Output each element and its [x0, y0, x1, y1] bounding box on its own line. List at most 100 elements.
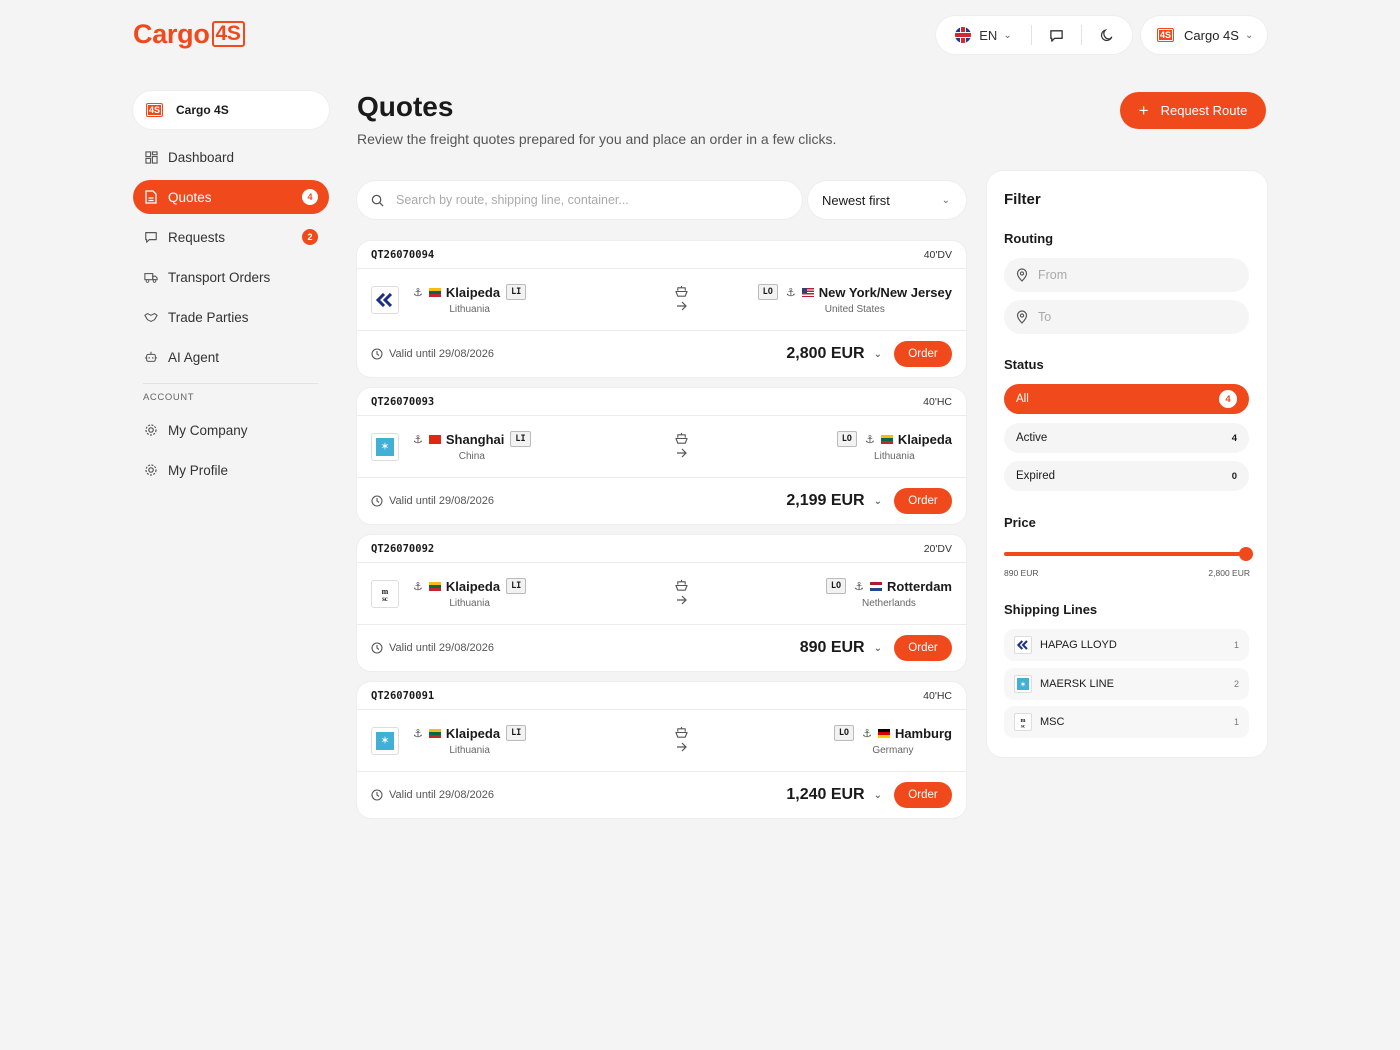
origin-port-name: Klaipeda	[445, 725, 501, 741]
maersk-logo: ✶	[371, 726, 399, 755]
origin-country: Lithuania	[449, 745, 490, 756]
lt-flag-icon	[428, 581, 441, 591]
chevron-down-icon: ⌄	[941, 194, 950, 206]
origin-code: LI	[506, 284, 527, 300]
search-input[interactable]	[396, 193, 756, 207]
lt-flag-icon	[428, 287, 441, 297]
shipping-line-maersk[interactable]: ✶ MAERSK LINE 2	[1004, 668, 1249, 700]
maersk-logo: ✶	[371, 432, 399, 461]
order-button[interactable]: Order	[894, 782, 952, 808]
arrow-right-icon	[676, 742, 687, 752]
routing-label: Routing	[1004, 231, 1054, 246]
price-slider-handle[interactable]	[1239, 547, 1253, 561]
destination-code: LO	[825, 578, 847, 594]
from-input[interactable]	[1038, 268, 1228, 282]
order-button[interactable]: Order	[894, 635, 952, 661]
price-max: 2,800 EUR	[1208, 568, 1250, 578]
order-button[interactable]: Order	[894, 341, 952, 367]
quote-card-header: QT26070092 20'DV	[357, 535, 966, 563]
clock-icon	[371, 642, 383, 654]
destination-country: United States	[824, 304, 885, 315]
language-selector[interactable]: EN ⌄	[936, 16, 1031, 54]
de-flag-icon	[877, 728, 890, 738]
sidebar-item-label: Requests	[168, 229, 226, 245]
anchor-icon: ⚓	[785, 286, 796, 299]
shipping-line-hapag-lloyd[interactable]: HAPAG LLOYD 1	[1004, 629, 1249, 661]
quote-card-footer: Valid until 29/08/2026 890 EUR ⌄ Order	[357, 625, 966, 671]
company-name: Cargo 4S	[1184, 27, 1239, 43]
company-badge: 4S	[1157, 28, 1175, 42]
destination-code: LO	[833, 725, 855, 741]
request-route-button[interactable]: + Request Route	[1120, 92, 1266, 129]
quote-route: ✶ ⚓ Shanghai LI China LO ⚓ Klaipeda Lith…	[357, 416, 966, 478]
quote-price[interactable]: 2,199 EUR ⌄	[786, 492, 894, 510]
location-pin-icon	[1016, 310, 1028, 324]
sidebar-account-nav: My Company My Profile	[133, 413, 329, 493]
sidebar-item-my-profile[interactable]: My Profile	[133, 453, 329, 487]
price-label: Price	[1004, 515, 1036, 530]
quote-id: QT26070093	[371, 395, 435, 408]
valid-until: Valid until 29/08/2026	[389, 348, 494, 360]
price-min: 890 EUR	[1004, 568, 1039, 578]
sidebar-item-transport-orders[interactable]: Transport Orders	[133, 260, 329, 294]
sort-label: Newest first	[822, 192, 890, 208]
sidebar-item-dashboard[interactable]: Dashboard	[133, 140, 329, 174]
lt-flag-icon	[428, 728, 441, 738]
origin-code: LI	[510, 431, 531, 447]
hapag-lloyd-logo	[371, 285, 399, 314]
sidebar-item-quotes[interactable]: Quotes 4	[133, 180, 329, 214]
request-route-label: Request Route	[1160, 103, 1248, 118]
sidebar-item-requests[interactable]: Requests 2	[133, 220, 329, 254]
status-all[interactable]: All 4	[1004, 384, 1249, 414]
language-label: EN	[979, 27, 998, 43]
shipping-line-name: MAERSK LINE	[1040, 678, 1114, 690]
sidebar-item-ai-agent[interactable]: AI Agent	[133, 340, 329, 374]
origin-code: LI	[506, 725, 527, 741]
destination-port: LO ⚓ Hamburg Germany	[833, 725, 952, 756]
sort-select[interactable]: Newest first ⌄	[808, 181, 966, 219]
anchor-icon: ⚓	[854, 580, 864, 593]
messages-button[interactable]	[1032, 16, 1081, 54]
sidebar-company-card[interactable]: 4S Cargo 4S	[133, 91, 329, 129]
status-active[interactable]: Active 4	[1004, 423, 1249, 453]
quote-id: QT26070092	[371, 542, 435, 555]
sidebar-item-trade-parties[interactable]: Trade Parties	[133, 300, 329, 334]
quote-card[interactable]: QT26070092 20'DV m sc ⚓ Klaipeda LI Lithu…	[357, 535, 966, 671]
destination-port-name: Klaipeda	[897, 431, 952, 447]
valid-until: Valid until 29/08/2026	[389, 789, 494, 801]
quotes-list: QT26070094 40'DV ⚓ Klaipeda LI Lithuania	[357, 241, 966, 829]
shipping-lines-label: Shipping Lines	[1004, 602, 1098, 617]
theme-toggle[interactable]	[1082, 16, 1131, 54]
quote-card-header: QT26070094 40'DV	[357, 241, 966, 269]
brand-logo[interactable]: Cargo 4S	[133, 19, 245, 49]
status-expired[interactable]: Expired 0	[1004, 461, 1249, 491]
sidebar-item-label: Quotes	[168, 189, 212, 205]
destination-port: LO ⚓ New York/New Jersey United States	[757, 284, 952, 315]
dashboard-icon	[144, 150, 158, 164]
quote-price[interactable]: 890 EUR ⌄	[800, 639, 894, 657]
shipping-line-count: 2	[1233, 679, 1239, 689]
from-field	[1004, 258, 1249, 292]
price-slider[interactable]	[1004, 547, 1253, 561]
ship-icon	[675, 726, 688, 738]
quote-card[interactable]: QT26070091 40'HC ✶ ⚓ Klaipeda LI Lithuan…	[357, 682, 966, 818]
sidebar-item-my-company[interactable]: My Company	[133, 413, 329, 447]
validity: Valid until 29/08/2026	[371, 495, 494, 507]
quote-price[interactable]: 2,800 EUR ⌄	[786, 345, 894, 363]
order-button[interactable]: Order	[894, 488, 952, 514]
to-input[interactable]	[1038, 310, 1228, 324]
logo-text: Cargo	[133, 18, 210, 49]
chat-icon	[1050, 29, 1063, 42]
quotes-count-badge: 4	[302, 189, 318, 205]
sidebar-item-label: Transport Orders	[168, 269, 271, 285]
sidebar-item-label: Dashboard	[168, 149, 235, 165]
company-name: Cargo 4S	[176, 103, 229, 117]
shipping-line-msc[interactable]: m sc MSC 1	[1004, 706, 1249, 738]
destination-code: LO	[757, 284, 778, 300]
quote-card[interactable]: QT26070094 40'DV ⚓ Klaipeda LI Lithuania	[357, 241, 966, 377]
cn-flag-icon	[428, 434, 441, 444]
quote-price[interactable]: 1,240 EUR ⌄	[786, 786, 894, 804]
sidebar-item-label: My Profile	[168, 462, 229, 478]
company-switcher[interactable]: 4S Cargo 4S ⌄	[1141, 16, 1267, 54]
quote-card[interactable]: QT26070093 40'HC ✶ ⚓ Shanghai LI China L…	[357, 388, 966, 524]
